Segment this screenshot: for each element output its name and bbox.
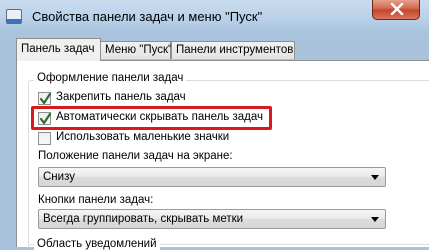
taskbar-buttons-select-value: Всегда группировать, скрывать метки: [43, 213, 244, 225]
highlight-frame: [31, 106, 272, 130]
tab-toolbars[interactable]: Панели инструментов: [171, 41, 295, 59]
position-select[interactable]: Снизу: [38, 167, 386, 187]
lock-taskbar-checkbox[interactable]: [38, 92, 52, 105]
small-icons-checkbox[interactable]: [38, 132, 51, 145]
checkmark-icon: [39, 92, 52, 105]
taskbar-buttons-label: Кнопки панели задач:: [38, 194, 154, 206]
tab-start-menu[interactable]: Меню "Пуск": [100, 41, 172, 59]
small-icons-label: Использовать маленькие значки: [56, 131, 230, 143]
taskbar-buttons-select[interactable]: Всегда группировать, скрывать метки: [38, 209, 386, 229]
chevron-down-icon: [371, 175, 379, 180]
appearance-group-title: Оформление панели задач: [34, 72, 187, 84]
close-icon: [390, 3, 404, 15]
close-button[interactable]: [372, 0, 420, 20]
lock-taskbar-label: Закрепить панель задач: [56, 91, 186, 103]
tab-taskbar[interactable]: Панель задач: [16, 38, 101, 61]
title-bar[interactable]: Свойства панели задач и меню "Пуск": [0, 0, 429, 34]
position-select-value: Снизу: [43, 171, 75, 183]
notification-area-title: Область уведомлений: [34, 238, 160, 250]
taskbar-properties-icon: [6, 9, 22, 24]
position-label: Положение панели задач на экране:: [38, 150, 233, 162]
window-title: Свойства панели задач и меню "Пуск": [32, 9, 263, 24]
chevron-down-icon: [371, 217, 379, 222]
